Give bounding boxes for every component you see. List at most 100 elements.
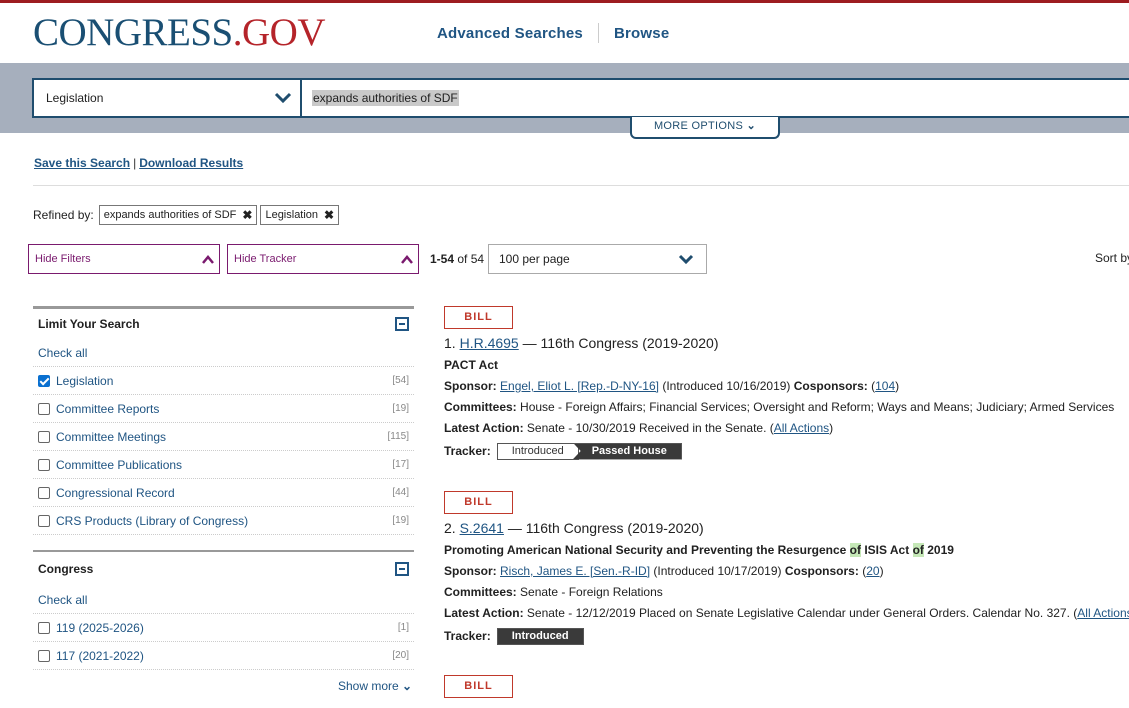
- nav-browse[interactable]: Browse: [614, 25, 669, 42]
- close-icon[interactable]: ✖: [324, 208, 334, 222]
- bill-title: PACT Act: [444, 358, 498, 372]
- collapse-icon[interactable]: [395, 317, 409, 331]
- facet-item-committee-reports[interactable]: Committee Reports [19]: [33, 395, 414, 423]
- title-highlight: of: [849, 543, 861, 557]
- facet-item-count: [115]: [387, 431, 410, 442]
- chevron-up-icon: [202, 254, 214, 264]
- results-count: 1-54 of 54: [430, 252, 484, 266]
- per-page-value: 100 per page: [499, 252, 570, 266]
- refined-by: Refined by: expands authorities of SDF ✖ …: [33, 205, 342, 225]
- title-part: ISIS Act: [860, 543, 913, 557]
- committees-value: House - Foreign Affairs; Financial Servi…: [520, 400, 1115, 414]
- bill-title: Promoting American National Security and…: [444, 543, 954, 557]
- per-page-select[interactable]: 100 per page: [488, 244, 707, 274]
- search-box: Legislation expands authorities of SDF: [32, 78, 1129, 118]
- introduced-date: (Introduced 10/17/2019): [653, 564, 782, 578]
- congress-gov-logo[interactable]: CONGRESS.GOV: [33, 13, 325, 53]
- checkbox[interactable]: [38, 458, 50, 471]
- result-item: BILL 1. H.R.4695 — 116th Congress (2019-…: [444, 306, 1129, 463]
- sponsor-link[interactable]: Risch, James E. [Sen.-R-ID]: [500, 564, 650, 578]
- facet-item-committee-publications[interactable]: Committee Publications [17]: [33, 451, 414, 479]
- tracker: Tracker: Introduced Passed House: [444, 439, 1129, 463]
- main-nav: Advanced Searches Browse: [437, 23, 669, 43]
- facet-limit-search: Limit Your Search Check all Legislation […: [33, 306, 414, 535]
- sponsor-label: Sponsor:: [444, 564, 497, 578]
- result-committees: Committees: Senate - Foreign Relations: [444, 582, 1129, 603]
- refined-by-label: Refined by:: [33, 208, 94, 222]
- result-heading: 1. H.R.4695 — 116th Congress (2019-2020): [444, 335, 1129, 355]
- result-committees: Committees: House - Foreign Affairs; Fin…: [444, 397, 1129, 418]
- show-more-link[interactable]: Show more ⌄: [338, 679, 412, 693]
- facet-header: Limit Your Search: [33, 309, 414, 339]
- result-congress: — 116th Congress (2019-2020): [507, 520, 704, 536]
- divider: [33, 185, 1129, 186]
- result-heading: 2. S.2641 — 116th Congress (2019-2020): [444, 520, 1129, 540]
- committees-label: Committees:: [444, 585, 517, 599]
- check-all-link[interactable]: Check all: [33, 339, 414, 367]
- checkbox[interactable]: [38, 402, 50, 415]
- collection-select-value: Legislation: [46, 91, 104, 105]
- more-options-button[interactable]: MORE OPTIONS ⌄: [630, 117, 780, 139]
- nav-advanced-searches[interactable]: Advanced Searches: [437, 25, 583, 42]
- chevron-up-icon: [401, 254, 413, 264]
- committees-label: Committees:: [444, 400, 517, 414]
- checkbox[interactable]: [38, 374, 50, 387]
- checkbox[interactable]: [38, 486, 50, 499]
- latest-action-label: Latest Action:: [444, 421, 524, 435]
- result-congress: — 116th Congress (2019-2020): [522, 335, 719, 351]
- facet-item-count: [19]: [392, 515, 409, 526]
- checkbox[interactable]: [38, 514, 50, 527]
- search-query-text: expands authorities of SDF: [312, 90, 459, 106]
- checkbox[interactable]: [38, 621, 50, 634]
- committees-value: Senate - Foreign Relations: [520, 585, 663, 599]
- checkbox[interactable]: [38, 649, 50, 662]
- latest-action-value: Senate - 10/30/2019 Received in the Sena…: [526, 421, 767, 435]
- facet-congress: Congress Check all 119 (2025-2026) [1] 11…: [33, 550, 414, 670]
- site-header: CONGRESS.GOV Advanced Searches Browse: [0, 3, 1129, 63]
- facet-item-legislation[interactable]: Legislation [54]: [33, 367, 414, 395]
- hide-filters-button[interactable]: Hide Filters: [28, 244, 220, 274]
- facet-item-congressional-record[interactable]: Congressional Record [44]: [33, 479, 414, 507]
- facet-item-committee-meetings[interactable]: Committee Meetings [115]: [33, 423, 414, 451]
- introduced-date: (Introduced 10/16/2019): [662, 379, 791, 393]
- search-actions: Save this Search | Download Results: [34, 156, 243, 170]
- bill-link[interactable]: S.2641: [460, 520, 504, 536]
- chip-label: expands authorities of SDF: [103, 209, 237, 221]
- sponsor-link[interactable]: Engel, Eliot L. [Rep.-D-NY-16]: [500, 379, 659, 393]
- bill-tag: BILL: [444, 306, 513, 329]
- facet-title: Limit Your Search: [38, 317, 140, 331]
- save-search-link[interactable]: Save this Search: [34, 156, 130, 170]
- facet-item-crs-products[interactable]: CRS Products (Library of Congress) [19]: [33, 507, 414, 535]
- bill-tag: BILL: [444, 675, 513, 698]
- facet-item-count: [54]: [392, 375, 409, 386]
- all-actions-link[interactable]: All Actions: [1077, 606, 1129, 620]
- facet-item-label: 117 (2021-2022): [56, 648, 144, 663]
- close-icon[interactable]: ✖: [242, 208, 252, 222]
- logo-main: CONGRESS: [33, 11, 233, 54]
- check-all-link[interactable]: Check all: [33, 586, 414, 614]
- show-more-label: Show more: [338, 679, 399, 693]
- cosponsors-link[interactable]: 20: [866, 564, 879, 578]
- collapse-icon[interactable]: [395, 562, 409, 576]
- result-number: 1.: [444, 335, 456, 351]
- hide-tracker-button[interactable]: Hide Tracker: [227, 244, 419, 274]
- hide-tracker-label: Hide Tracker: [234, 253, 297, 265]
- bill-tag: BILL: [444, 491, 513, 514]
- facet-item-117[interactable]: 117 (2021-2022) [20]: [33, 642, 414, 670]
- facet-item-label: Committee Reports: [56, 401, 160, 416]
- refine-chip-query[interactable]: expands authorities of SDF ✖: [98, 205, 258, 225]
- refine-chip-legislation[interactable]: Legislation ✖: [260, 205, 340, 225]
- result-latest-action: Latest Action: Senate - 10/30/2019 Recei…: [444, 421, 834, 435]
- title-part: 2019: [923, 543, 954, 557]
- facet-item-119[interactable]: 119 (2025-2026) [1]: [33, 614, 414, 642]
- checkbox[interactable]: [38, 430, 50, 443]
- download-results-link[interactable]: Download Results: [139, 156, 243, 170]
- facet-header: Congress: [33, 552, 414, 586]
- bill-link[interactable]: H.R.4695: [460, 335, 519, 351]
- search-input[interactable]: expands authorities of SDF: [302, 80, 1129, 116]
- facet-item-count: [1]: [397, 622, 409, 633]
- all-actions-link[interactable]: All Actions: [774, 421, 829, 435]
- collection-select[interactable]: Legislation: [34, 80, 302, 116]
- sort-by-label[interactable]: Sort by: [1095, 251, 1129, 265]
- cosponsors-link[interactable]: 104: [875, 379, 895, 393]
